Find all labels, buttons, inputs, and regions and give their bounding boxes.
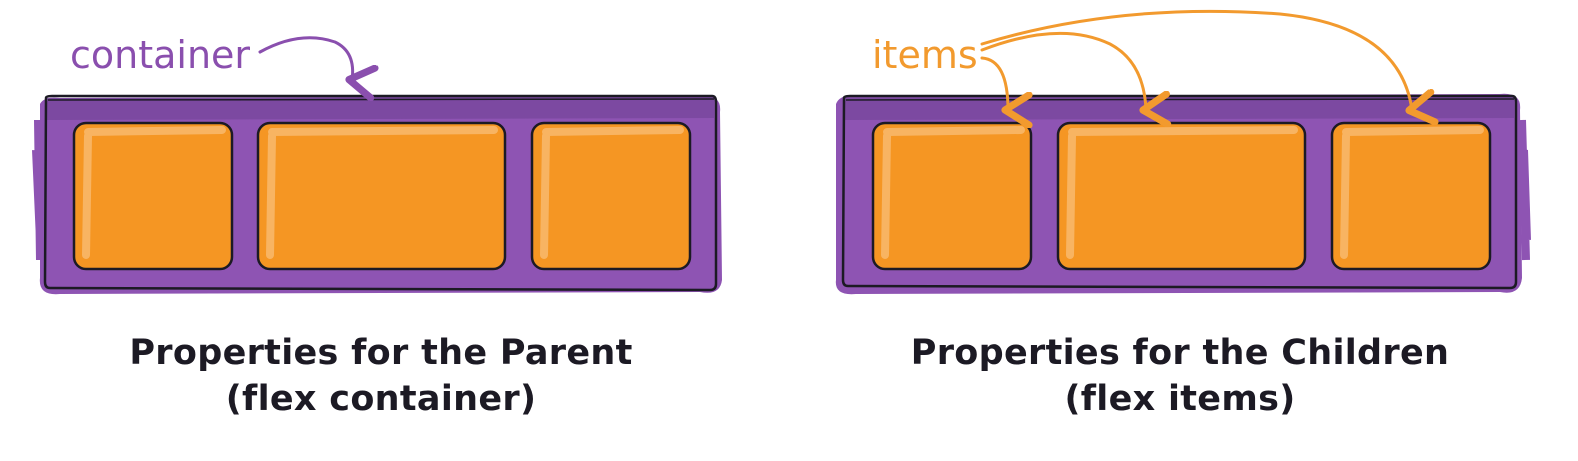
parent-caption: Properties for the Parent (flex containe… [1,330,761,422]
parent-caption-title: Properties for the Parent [129,333,633,373]
children-caption-title: Properties for the Children [910,333,1450,373]
items-annotation-label: items [872,33,978,77]
children-caption: Properties for the Children (flex items) [800,330,1560,422]
parent-item-2 [256,121,507,271]
child-item-1 [871,121,1033,271]
parent-item-1 [72,121,234,271]
container-annotation-label: container [70,33,250,77]
child-item-3 [1330,121,1492,271]
child-item-2 [1056,121,1307,271]
parent-caption-subtitle: (flex container) [225,379,537,419]
container-arrow-icon [258,36,353,80]
parent-item-3 [530,121,692,271]
children-caption-subtitle: (flex items) [1064,379,1296,419]
flexbox-diagram: container items Properties for the Paren… [0,0,1578,461]
